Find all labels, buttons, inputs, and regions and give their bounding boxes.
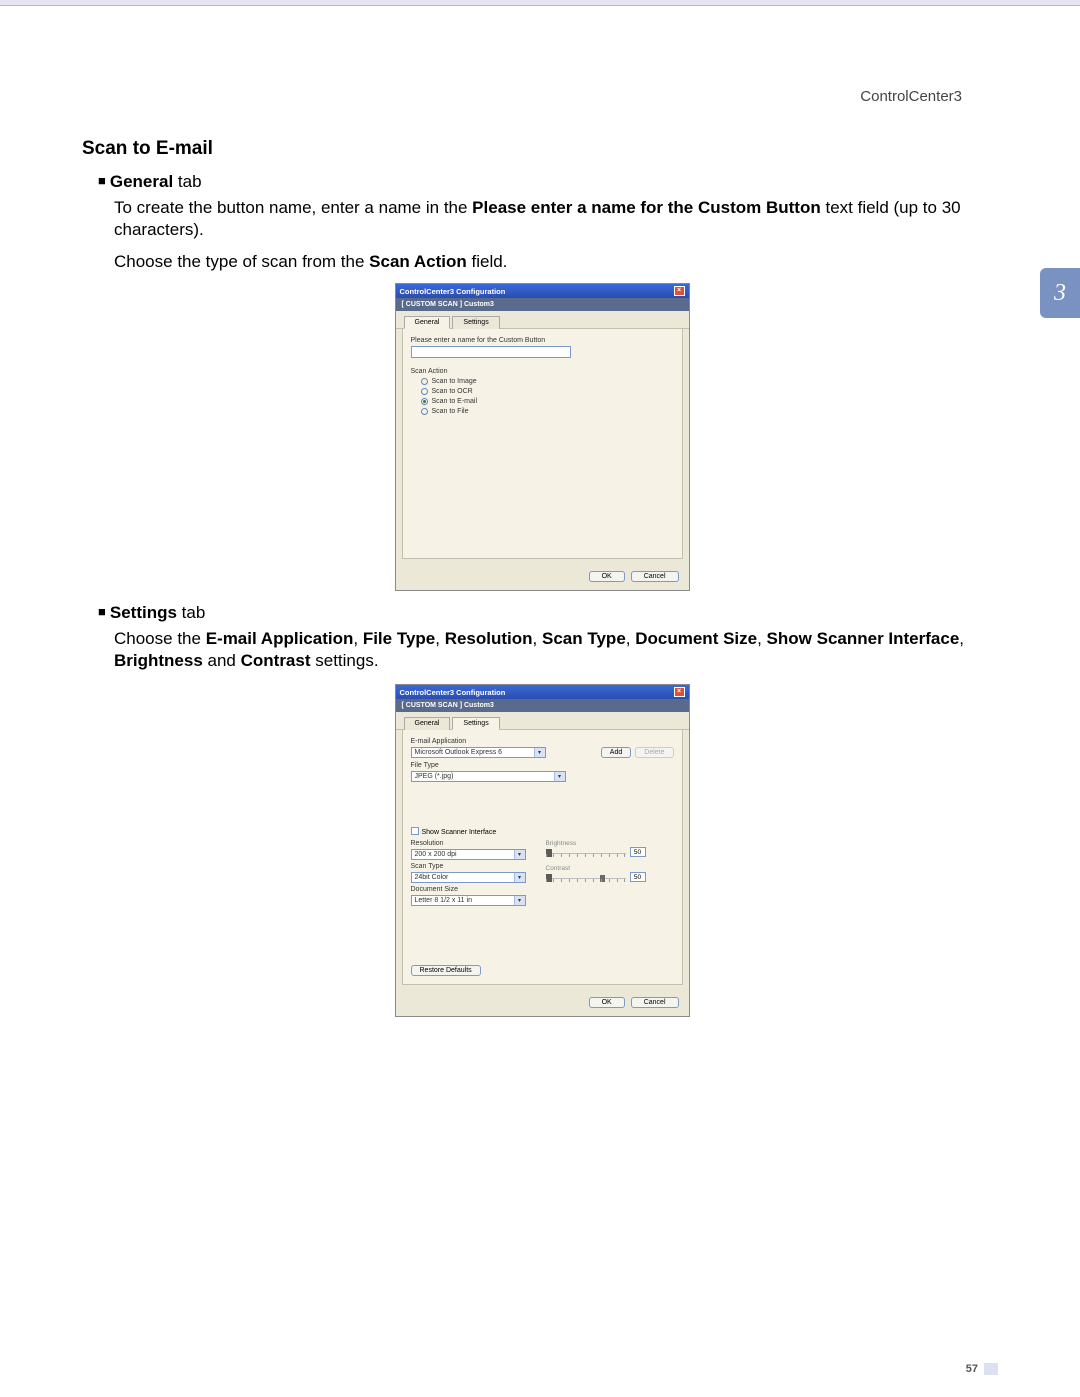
brightness-value[interactable]: 50 [630, 847, 646, 857]
chevron-down-icon: ▾ [514, 873, 525, 882]
chevron-down-icon: ▾ [514, 896, 525, 905]
resolution-label: Resolution [411, 840, 546, 847]
radio-scan-to-ocr[interactable]: Scan to OCR [421, 388, 674, 395]
bullet-icon: ■ [98, 173, 106, 188]
chevron-down-icon: ▾ [554, 772, 565, 781]
scantype-label: Scan Type [411, 863, 546, 870]
radio-scan-to-file[interactable]: Scan to File [421, 408, 674, 415]
contrast-value[interactable]: 50 [630, 872, 646, 882]
docsize-select[interactable]: Letter 8 1/2 x 11 in▾ [411, 895, 526, 906]
email-app-label: E-mail Application [411, 738, 674, 745]
ok-button[interactable]: OK [589, 571, 625, 582]
dialog-subtitle: [ CUSTOM SCAN ] Custom3 [396, 298, 689, 311]
email-app-select[interactable]: Microsoft Outlook Express 6▾ [411, 747, 546, 758]
tab-settings[interactable]: Settings [452, 316, 499, 329]
chapter-tab: 3 [1040, 268, 1080, 318]
bullet-icon: ■ [98, 604, 106, 619]
radio-scan-to-email[interactable]: Scan to E-mail [421, 398, 674, 405]
settings-paragraph: Choose the E-mail Application, File Type… [114, 628, 1002, 672]
tab-settings[interactable]: Settings [452, 717, 499, 730]
section-title: Scan to E-mail [82, 138, 1002, 160]
contrast-label: Contrast [546, 865, 674, 872]
chevron-down-icon: ▾ [514, 850, 525, 859]
close-icon[interactable]: × [674, 286, 685, 296]
dialog-settings: ControlCenter3 Configuration × [ CUSTOM … [395, 684, 690, 1017]
dialog-title: ControlCenter3 Configuration [400, 287, 506, 296]
custom-name-label: Please enter a name for the Custom Butto… [411, 337, 674, 344]
tab-general[interactable]: General [404, 717, 451, 730]
dialog-subtitle: [ CUSTOM SCAN ] Custom3 [396, 699, 689, 712]
scan-action-label: Scan Action [411, 368, 674, 375]
dialog-general: ControlCenter3 Configuration × [ CUSTOM … [395, 283, 690, 591]
resolution-select[interactable]: 200 x 200 dpi▾ [411, 849, 526, 860]
brightness-slider[interactable]: 50 [546, 847, 674, 857]
general-paragraph-2: Choose the type of scan from the Scan Ac… [114, 251, 1002, 273]
header-breadcrumb: ControlCenter3 [860, 88, 962, 105]
show-scanner-checkbox-row[interactable]: Show Scanner Interface [411, 826, 674, 836]
close-icon[interactable]: × [674, 687, 685, 697]
filetype-label: File Type [411, 762, 674, 769]
top-header-bar [0, 0, 1080, 6]
filetype-select[interactable]: JPEG (*.jpg)▾ [411, 771, 566, 782]
general-paragraph-1: To create the button name, enter a name … [114, 197, 1002, 241]
dialog-title: ControlCenter3 Configuration [400, 688, 506, 697]
cancel-button[interactable]: Cancel [631, 997, 679, 1008]
page-number-decoration [984, 1363, 998, 1375]
dialog-titlebar: ControlCenter3 Configuration × [396, 685, 689, 699]
tab-general[interactable]: General [404, 316, 451, 329]
settings-heading: ■Settings tab [98, 603, 1002, 623]
restore-defaults-button[interactable]: Restore Defaults [411, 965, 481, 976]
custom-name-input[interactable] [411, 346, 571, 358]
brightness-label: Brightness [546, 840, 674, 847]
chevron-down-icon: ▾ [534, 748, 545, 757]
radio-scan-to-image[interactable]: Scan to Image [421, 378, 674, 385]
general-heading: ■General tab [98, 172, 1002, 192]
docsize-label: Document Size [411, 886, 546, 893]
cancel-button[interactable]: Cancel [631, 571, 679, 582]
page-number: 57 [966, 1363, 978, 1375]
contrast-slider[interactable]: 50 [546, 872, 674, 882]
ok-button[interactable]: OK [589, 997, 625, 1008]
checkbox-icon [411, 827, 419, 835]
dialog-titlebar: ControlCenter3 Configuration × [396, 284, 689, 298]
scantype-select[interactable]: 24bit Color▾ [411, 872, 526, 883]
add-button[interactable]: Add [601, 747, 631, 758]
delete-button[interactable]: Delete [635, 747, 673, 758]
